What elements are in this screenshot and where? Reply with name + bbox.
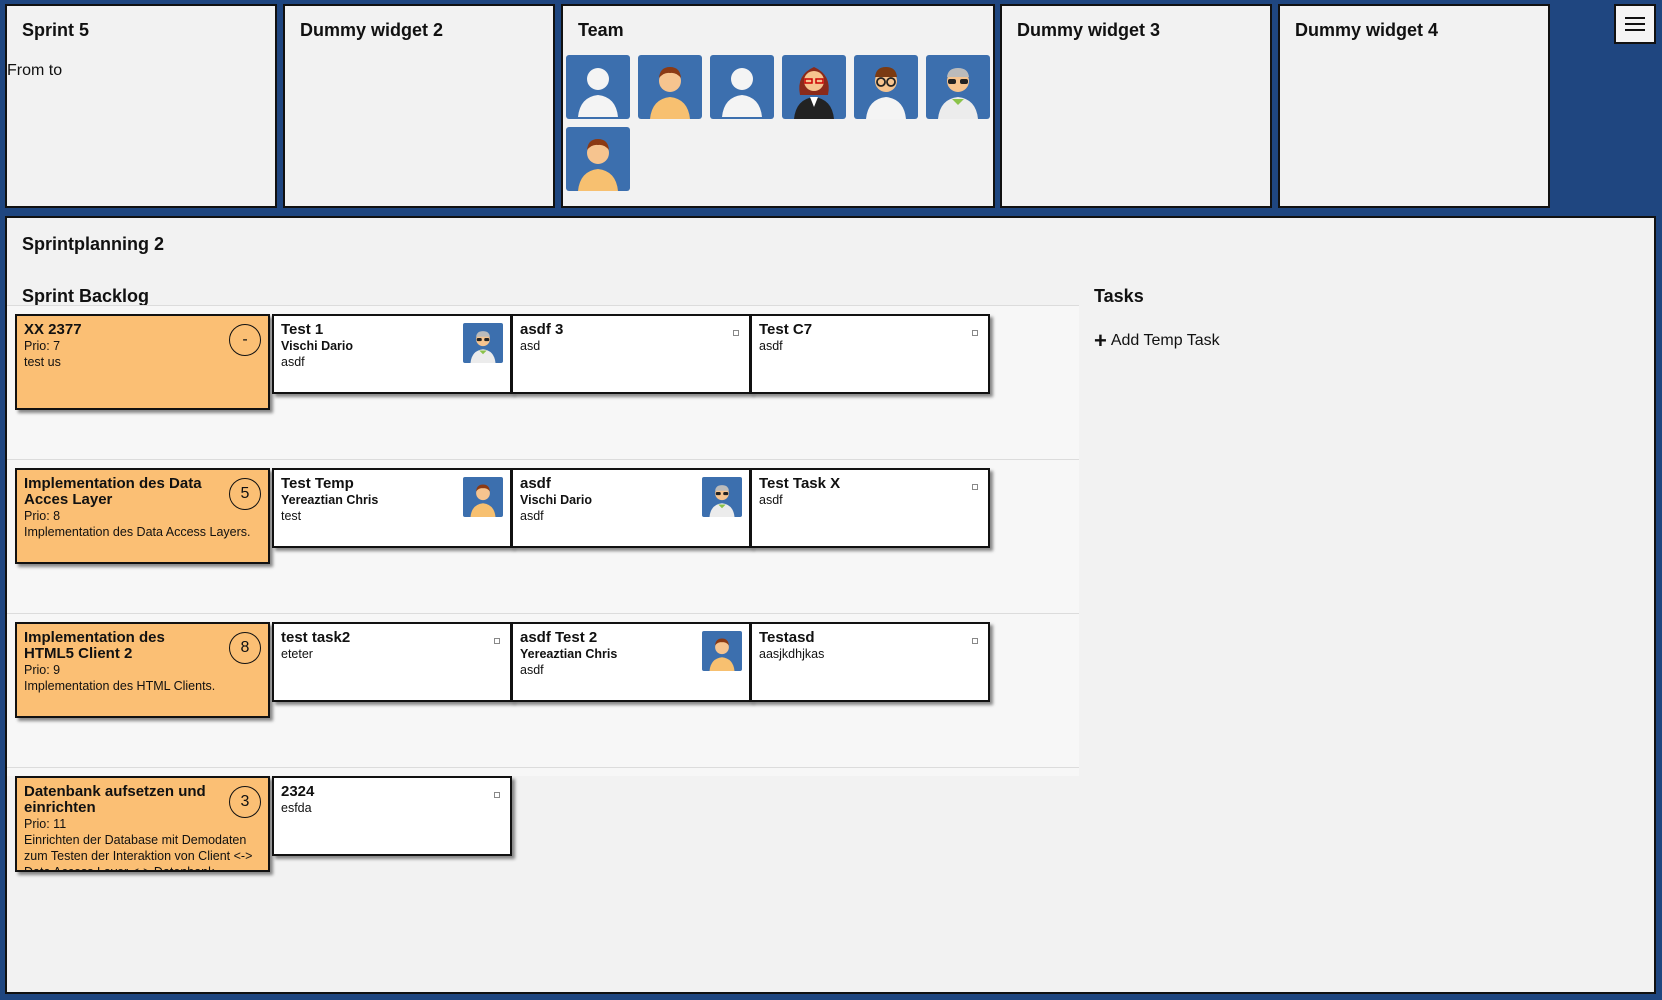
add-temp-task-button[interactable]: + Add Temp Task	[1094, 328, 1220, 353]
dummy-widget-2-title: Dummy widget 2	[300, 20, 444, 40]
task-description: esfda	[281, 801, 312, 815]
team-member-avatar[interactable]	[638, 55, 702, 119]
task-card[interactable]: test task2 eteter	[272, 622, 512, 702]
story-points-badge: 3	[229, 786, 261, 818]
sprint-backlog-title: Sprint Backlog	[22, 286, 150, 306]
task-card[interactable]: Testasd aasjkdhjkas	[750, 622, 990, 702]
backlog-row: Datenbank aufsetzen und einrichten Prio: …	[7, 767, 1079, 930]
task-title: asdf 3	[520, 321, 564, 338]
sprint-widget: Sprint 5 From to	[5, 4, 277, 208]
task-card[interactable]: asdf Test 2 Yereaztian Chris asdf	[511, 622, 751, 702]
story-points-badge: 8	[229, 632, 261, 664]
task-card[interactable]: asdf 3 asd	[511, 314, 751, 394]
story-prio: Prio: 9	[24, 663, 61, 677]
task-description: eteter	[281, 647, 313, 661]
story-description: Einrichten der Database mit Demodaten zu…	[24, 833, 253, 872]
story-card[interactable]: Implementation des HTML5 Client 2 Prio: 9…	[15, 622, 270, 718]
task-title: Test Task X	[759, 475, 841, 492]
unassigned-icon	[494, 638, 500, 644]
task-card[interactable]: Test C7 asdf	[750, 314, 990, 394]
team-member-avatar[interactable]	[710, 55, 774, 119]
dummy-widget-4-title: Dummy widget 4	[1295, 20, 1439, 40]
menu-line	[1625, 17, 1645, 19]
task-description: asdf	[759, 493, 783, 507]
task-owner-avatar	[463, 477, 503, 517]
unassigned-icon	[972, 330, 978, 336]
task-description: asdf	[759, 339, 783, 353]
sprint-widget-title: Sprint 5	[22, 20, 90, 40]
sprintplanning-board: Sprintplanning 2 Sprint Backlog Tasks + …	[5, 216, 1656, 994]
dummy-widget-3: Dummy widget 3	[1000, 4, 1272, 208]
task-owner-avatar	[463, 323, 503, 363]
team-widget: Team	[561, 4, 995, 208]
board-title: Sprintplanning 2	[22, 234, 164, 254]
story-prio: Prio: 7	[24, 339, 61, 353]
dummy-widget-2: Dummy widget 2	[283, 4, 555, 208]
hamburger-menu-icon[interactable]	[1614, 4, 1656, 44]
task-description: asd	[520, 339, 541, 353]
team-member-avatar[interactable]	[854, 55, 918, 119]
team-member-avatar[interactable]	[926, 55, 990, 119]
unassigned-icon	[972, 638, 978, 644]
story-description: test us	[24, 355, 61, 369]
task-title: test task2	[281, 629, 351, 646]
task-title: Test C7	[759, 321, 813, 338]
add-temp-task-label: Add Temp Task	[1110, 332, 1220, 349]
story-title: XX 2377	[24, 321, 82, 338]
menu-line	[1625, 23, 1645, 25]
unassigned-icon	[494, 792, 500, 798]
task-owner-avatar	[702, 631, 742, 671]
team-avatar-list	[566, 55, 996, 191]
story-prio: Prio: 11	[24, 817, 67, 831]
menu-line	[1625, 29, 1645, 31]
story-title: Datenbank aufsetzen und einrichten	[24, 783, 206, 816]
story-card[interactable]: Implementation des Data Acces Layer Prio:…	[15, 468, 270, 564]
team-member-avatar[interactable]	[566, 55, 630, 119]
team-member-avatar[interactable]	[782, 55, 846, 119]
story-prio: Prio: 8	[24, 509, 61, 523]
story-points-badge: 5	[229, 478, 261, 510]
story-description: Implementation des Data Access Layers.	[24, 525, 251, 539]
story-title: Implementation des Data Acces Layer	[24, 475, 202, 508]
backlog-row: XX 2377 Prio: 7 test us - Test 1 Vischi Dario…	[7, 305, 1079, 468]
story-description: Implementation des HTML Clients.	[24, 679, 216, 693]
task-card[interactable]: Test Task Xasdf	[750, 468, 990, 548]
task-card[interactable]: Test 1 Vischi Dario asdf	[272, 314, 512, 394]
story-title: Implementation des HTML5 Client 2	[24, 629, 165, 662]
tasks-title: Tasks	[1094, 286, 1144, 306]
sprint-date-range: From to	[7, 62, 63, 79]
task-owner-avatar	[702, 477, 742, 517]
unassigned-icon	[733, 330, 739, 336]
task-title: 2324	[281, 783, 315, 800]
team-member-avatar[interactable]	[566, 127, 630, 191]
task-card[interactable]: asdf Vischi Dario asdf	[511, 468, 751, 548]
task-title: Testasd	[759, 629, 815, 646]
story-points-badge: -	[229, 324, 261, 356]
team-widget-title: Team	[578, 20, 624, 40]
unassigned-icon	[972, 484, 978, 490]
plus-icon: +	[1094, 328, 1107, 353]
dummy-widget-4: Dummy widget 4	[1278, 4, 1550, 208]
story-card[interactable]: Datenbank aufsetzen und einrichten Prio: …	[15, 776, 270, 872]
task-card[interactable]: Test Temp Yereaztian Chris test	[272, 468, 512, 548]
story-card[interactable]: XX 2377 Prio: 7 test us -	[15, 314, 270, 410]
backlog-row: Implementation des Data Acces Layer Prio:…	[7, 459, 1079, 622]
backlog-row: Implementation des HTML5 Client 2 Prio: 9…	[7, 613, 1079, 776]
task-card[interactable]: 2324 esfda	[272, 776, 512, 856]
dummy-widget-3-title: Dummy widget 3	[1017, 20, 1161, 40]
task-description: aasjkdhjkas	[759, 647, 825, 661]
